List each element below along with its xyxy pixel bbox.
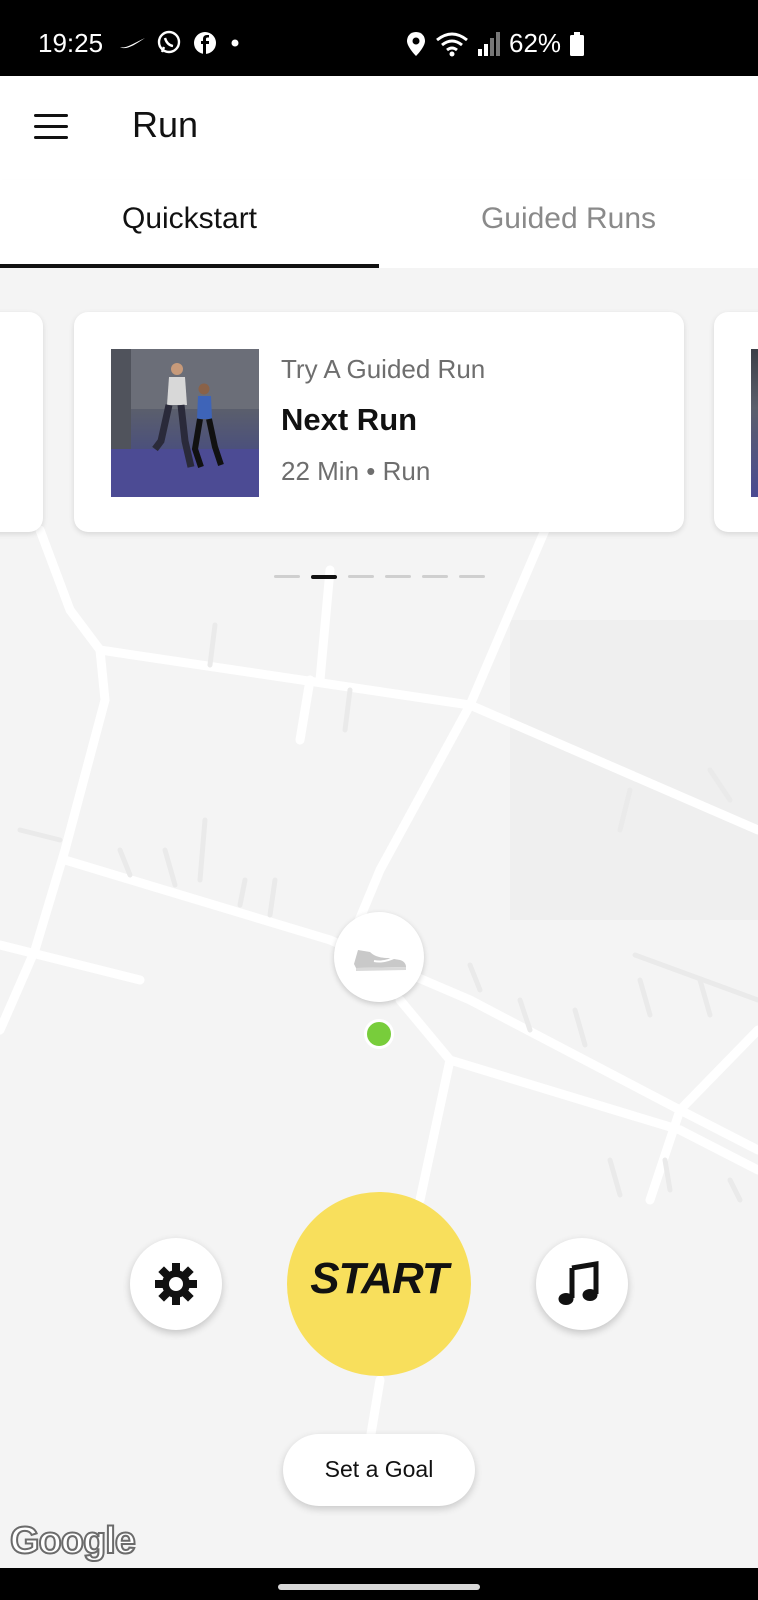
guided-run-card-next[interactable] bbox=[714, 312, 758, 532]
signal-icon bbox=[478, 31, 500, 56]
carousel-dot bbox=[385, 575, 411, 578]
app-bar bbox=[0, 76, 758, 180]
settings-button[interactable] bbox=[130, 1238, 222, 1330]
current-location-dot bbox=[364, 1019, 394, 1049]
menu-icon[interactable] bbox=[34, 114, 68, 140]
viber-icon bbox=[157, 30, 181, 54]
tab-quickstart[interactable]: Quickstart bbox=[0, 202, 379, 236]
status-bar: 19:25 62% bbox=[0, 0, 758, 76]
run-photo bbox=[111, 349, 259, 497]
carousel-dot-active bbox=[311, 575, 337, 579]
music-button[interactable] bbox=[536, 1238, 628, 1330]
battery-icon bbox=[570, 31, 585, 56]
start-label: START bbox=[310, 1254, 449, 1303]
gear-icon bbox=[155, 1263, 197, 1305]
swoosh-icon bbox=[120, 38, 145, 49]
tab-bar: Quickstart Guided Runs bbox=[0, 180, 758, 269]
runners-image bbox=[111, 349, 259, 497]
guided-run-card[interactable]: Try A Guided Run Next Run 22 Min • Run bbox=[74, 312, 684, 532]
carousel-dot bbox=[274, 575, 300, 578]
guided-run-card-previous[interactable] bbox=[0, 312, 43, 532]
page-title: Run bbox=[132, 104, 199, 145]
home-gesture-handle[interactable] bbox=[278, 1584, 480, 1590]
battery-percent: 62% bbox=[509, 28, 562, 58]
status-time: 19:25 bbox=[38, 28, 104, 58]
tab-guided-runs[interactable]: Guided Runs bbox=[379, 202, 758, 236]
notification-icons bbox=[118, 30, 242, 56]
card-title: Next Run bbox=[281, 402, 418, 437]
music-note-icon bbox=[558, 1261, 599, 1305]
card-meta: 22 Min • Run bbox=[281, 456, 431, 486]
system-status: 62% bbox=[405, 28, 585, 59]
set-goal-label: Set a Goal bbox=[324, 1456, 434, 1482]
card-subtitle: Try A Guided Run bbox=[281, 354, 486, 384]
google-logo: Google bbox=[9, 1519, 137, 1563]
run-photo-peek bbox=[751, 349, 758, 497]
facebook-icon bbox=[194, 32, 216, 54]
location-pin-icon bbox=[407, 31, 425, 56]
carousel-indicator bbox=[274, 575, 485, 579]
shoe-icon bbox=[354, 950, 406, 971]
carousel-dot bbox=[422, 575, 448, 578]
set-goal-button[interactable]: Set a Goal bbox=[283, 1434, 475, 1506]
carousel-dot bbox=[348, 575, 374, 578]
carousel-dot bbox=[459, 575, 485, 578]
dot-icon bbox=[231, 39, 239, 47]
shoe-marker[interactable] bbox=[334, 912, 424, 1002]
start-button[interactable]: START bbox=[287, 1192, 471, 1376]
wifi-icon bbox=[436, 32, 468, 56]
